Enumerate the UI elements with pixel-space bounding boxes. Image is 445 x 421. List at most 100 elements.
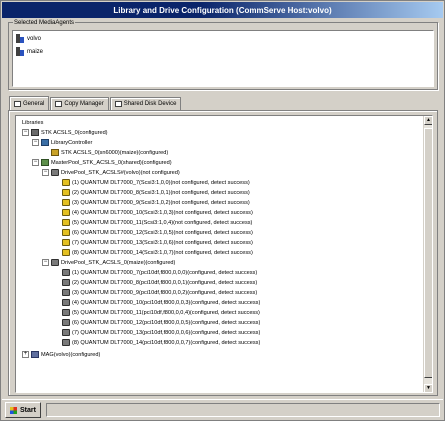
- collapse-icon[interactable]: −: [22, 129, 29, 136]
- library-config-window: Library and Drive Configuration (CommSer…: [0, 0, 445, 421]
- tree-node-drive[interactable]: (1) QUANTUM DLT7000_7(Scsi3:1,0,0)(not c…: [62, 178, 250, 187]
- tree-node-label: (1) QUANTUM DLT7000_7(Scsi3:1,0,0)(not c…: [72, 179, 250, 186]
- collapse-icon[interactable]: −: [32, 159, 39, 166]
- tree-node-drive[interactable]: (4) QUANTUM DLT7000_10(pci10df,f800,0,0,…: [62, 298, 260, 307]
- windows-logo-icon: [10, 406, 18, 414]
- mediaagent-item[interactable]: volvo: [13, 33, 433, 44]
- tree-node-label: MAG(volvo)(configured): [41, 351, 101, 358]
- tree-node-controller[interactable]: STK ACSLS_0(sn6000)(maize)(configured): [51, 148, 168, 157]
- tree-node-label: (5) QUANTUM DLT7000_11(pci10df,f800,0,0,…: [72, 309, 260, 316]
- tree-node-drive[interactable]: (2) QUANTUM DLT7000_8(pci10df,f800,0,0,1…: [62, 278, 257, 287]
- tree-node-label: (1) QUANTUM DLT7000_7(pci10df,f800,0,0,0…: [72, 269, 258, 276]
- drive-icon: [62, 329, 70, 336]
- tree-node-drive[interactable]: (4) QUANTUM DLT7000_10(Scsi3:1,0,3)(not …: [62, 208, 253, 217]
- tree-node-label: (8) QUANTUM DLT7000_14(pci10df,f800,0,0,…: [72, 339, 261, 346]
- tab-copy-manager[interactable]: Copy Manager: [50, 97, 109, 110]
- tab-general[interactable]: General: [9, 96, 50, 110]
- drive-icon: [62, 269, 70, 276]
- copy-manager-icon: [55, 101, 63, 107]
- drive-icon: [62, 309, 70, 316]
- tree-node-drive[interactable]: (5) QUANTUM DLT7000_11(Scsi3:1,0,4)(not …: [62, 218, 252, 227]
- tree-node-label: DrivePool_STK_ACSLS#(volvo)(not configur…: [61, 169, 180, 176]
- tree-node-drive[interactable]: (1) QUANTUM DLT7000_7(pci10df,f800,0,0,0…: [62, 268, 257, 277]
- tree-node-drive[interactable]: (6) QUANTUM DLT7000_12(pci10df,f800,0,0,…: [62, 318, 260, 327]
- drive-warning-icon: [62, 199, 70, 206]
- tree-node-drivepool[interactable]: − DrivePool_STK_ACSLS_0(maize)(configure…: [42, 258, 175, 267]
- tree-node-drive[interactable]: (6) QUANTUM DLT7000_12(Scsi3:1,0,5)(not …: [62, 228, 253, 237]
- mediaagent-item[interactable]: maize: [13, 46, 433, 57]
- tree-node-label: (7) QUANTUM DLT7000_13(Scsi3:1,0,6)(not …: [72, 239, 253, 246]
- drive-pool-icon: [51, 169, 59, 176]
- tree-node-label: (6) QUANTUM DLT7000_12(Scsi3:1,0,5)(not …: [72, 229, 253, 236]
- tree-node-masterpool[interactable]: − MasterPool_STK_ACSLS_0(shared)(configu…: [32, 158, 172, 167]
- drive-warning-icon: [62, 189, 70, 196]
- tree-node-drive[interactable]: (3) QUANTUM DLT7000_9(Scsi3:1,0,2)(not c…: [62, 198, 250, 207]
- tree-node-label: (2) QUANTUM DLT7000_8(pci10df,f800,0,0,1…: [72, 279, 258, 286]
- drive-warning-icon: [62, 239, 70, 246]
- tree-vertical-scrollbar[interactable]: ▲ ▼: [423, 116, 432, 392]
- tree-root-label: Libraries: [22, 119, 44, 126]
- tree-node-mag-library[interactable]: + MAG(volvo)(configured): [22, 350, 100, 359]
- tree-node-label: MasterPool_STK_ACSLS_0(shared)(configure…: [51, 159, 172, 166]
- tree-node-label: (4) QUANTUM DLT7000_10(Scsi3:1,0,3)(not …: [72, 209, 253, 216]
- selected-mediaagents-label: Selected MediaAgents: [13, 20, 76, 26]
- window-title[interactable]: Library and Drive Configuration (CommSer…: [2, 2, 443, 18]
- mediaagent-label: volvo: [27, 35, 42, 42]
- expand-icon[interactable]: +: [22, 351, 29, 358]
- stk-controller-icon: [51, 149, 59, 156]
- start-button[interactable]: Start: [5, 402, 41, 418]
- server-icon: [16, 34, 24, 43]
- drive-warning-icon: [62, 179, 70, 186]
- tree-node-drive[interactable]: (5) QUANTUM DLT7000_11(pci10df,f800,0,0,…: [62, 308, 260, 317]
- drive-warning-icon: [62, 249, 70, 256]
- tab-label: General: [23, 100, 45, 107]
- taskbar: Start: [2, 399, 443, 419]
- tree-node-library[interactable]: − STK ACSLS_0(configured): [22, 128, 108, 137]
- drive-icon: [62, 279, 70, 286]
- tree-node-drivepool[interactable]: − DrivePool_STK_ACSLS#(volvo)(not config…: [42, 168, 180, 177]
- tree-node-label: STK ACSLS_0(configured): [41, 129, 108, 136]
- collapse-icon[interactable]: −: [42, 169, 49, 176]
- tree-root[interactable]: Libraries: [22, 118, 43, 127]
- library-icon: [31, 129, 39, 136]
- drive-warning-icon: [62, 229, 70, 236]
- mediaagents-list[interactable]: volvo maize: [12, 30, 434, 87]
- taskbar-status-area: [46, 403, 440, 417]
- tab-label: Shared Disk Device: [123, 101, 177, 107]
- drive-icon: [62, 299, 70, 306]
- tree-node-label: (8) QUANTUM DLT7000_14(Scsi3:1,0,7)(not …: [72, 249, 253, 256]
- drive-warning-icon: [62, 209, 70, 216]
- tree-node-label: (2) QUANTUM DLT7000_8(Scsi3:1,0,1)(not c…: [72, 189, 250, 196]
- magnetic-library-icon: [31, 351, 39, 358]
- server-icon: [16, 47, 24, 56]
- drive-warning-icon: [62, 219, 70, 226]
- drive-icon: [62, 289, 70, 296]
- start-label: Start: [20, 406, 36, 414]
- tab-shared-disk-device[interactable]: Shared Disk Device: [109, 97, 182, 110]
- tree-node-label: (7) QUANTUM DLT7000_13(pci10df,f800,0,0,…: [72, 329, 261, 336]
- tree-node-drive[interactable]: (2) QUANTUM DLT7000_8(Scsi3:1,0,1)(not c…: [62, 188, 250, 197]
- tree-node-drive[interactable]: (7) QUANTUM DLT7000_13(Scsi3:1,0,6)(not …: [62, 238, 253, 247]
- library-controller-icon: [41, 139, 49, 146]
- tree-node-drive[interactable]: (7) QUANTUM DLT7000_13(pci10df,f800,0,0,…: [62, 328, 260, 337]
- tree-node-drive[interactable]: (8) QUANTUM DLT7000_14(Scsi3:1,0,7)(not …: [62, 248, 253, 257]
- shared-disk-icon: [114, 101, 122, 107]
- selected-mediaagents-group: Selected MediaAgents volvo maize: [8, 20, 438, 90]
- tree-node-label: LibraryController: [51, 139, 93, 146]
- tab-label: Copy Manager: [64, 101, 104, 107]
- tree-node-controller-group[interactable]: − LibraryController: [32, 138, 92, 147]
- tree-node-drive[interactable]: (8) QUANTUM DLT7000_14(pci10df,f800,0,0,…: [62, 338, 260, 347]
- scroll-thumb[interactable]: [424, 128, 432, 378]
- collapse-icon[interactable]: −: [32, 139, 39, 146]
- drive-icon: [62, 319, 70, 326]
- tree-node-drive[interactable]: (3) QUANTUM DLT7000_9(pci10df,f800,0,0,2…: [62, 288, 257, 297]
- tree-node-label: (5) QUANTUM DLT7000_11(Scsi3:1,0,4)(not …: [72, 219, 253, 226]
- scroll-down-icon[interactable]: ▼: [424, 384, 432, 392]
- library-tree[interactable]: Libraries − STK ACSLS_0(configured) − Li…: [15, 115, 433, 393]
- tree-node-label: DrivePool_STK_ACSLS_0(maize)(configured): [61, 259, 176, 266]
- mediaagent-label: maize: [27, 48, 44, 55]
- drive-pool-icon: [51, 259, 59, 266]
- general-icon: [14, 100, 21, 107]
- scroll-up-icon[interactable]: ▲: [424, 116, 432, 125]
- collapse-icon[interactable]: −: [42, 259, 49, 266]
